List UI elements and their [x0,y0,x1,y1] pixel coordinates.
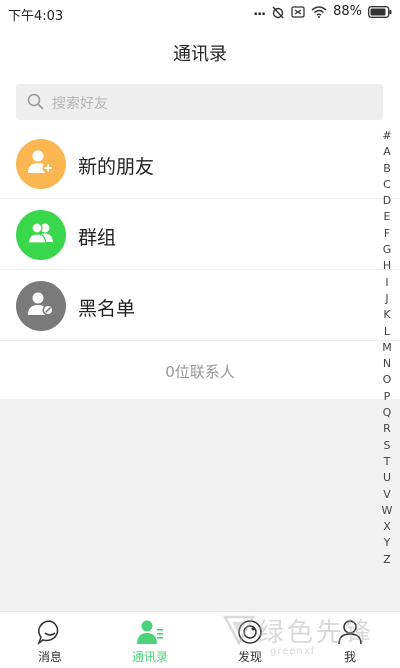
list-item-new-friends[interactable]: 新的朋友 [0,128,400,199]
index-letter[interactable]: V [376,487,398,503]
search-input[interactable]: 搜索好友 [16,84,383,120]
sim-icon [291,5,305,18]
wifi-icon [311,5,327,18]
index-letter[interactable]: J [376,291,398,307]
tab-me[interactable]: 我 [300,612,400,668]
search-placeholder: 搜索好友 [52,96,108,112]
alarm-off-icon [271,5,285,19]
index-letter[interactable]: T [376,454,398,470]
list-item-groups[interactable]: 群组 [0,199,400,270]
index-letter[interactable]: R [376,421,398,437]
index-letter[interactable]: L [376,324,398,340]
tab-messages[interactable]: 消息 [0,612,100,668]
contact-count-row: 0位联系人 [0,341,400,399]
tab-label: 我 [343,650,356,664]
new-friends-avatar [16,139,66,189]
index-letter[interactable]: O [376,372,398,388]
page-title: 通讯录 [173,44,227,65]
contact-count: 0位联系人 [165,363,235,381]
list-item-label: 黑名单 [78,298,136,320]
index-letter[interactable]: W [376,503,398,519]
index-letter[interactable]: S [376,438,398,454]
index-letter[interactable]: Z [376,552,398,568]
chat-bubble-icon [36,618,64,650]
index-letter[interactable]: U [376,470,398,486]
status-bar: 下午4:03 ... 88% [0,0,400,26]
index-letter[interactable]: I [376,275,398,291]
tab-label: 通讯录 [131,650,168,664]
index-letter[interactable]: P [376,389,398,405]
index-letter[interactable]: Q [376,405,398,421]
contacts-icon [136,618,164,650]
group-icon [27,221,55,249]
bottom-tab-bar: 消息 通讯录 发现 我 [0,611,400,668]
index-letter[interactable]: N [376,356,398,372]
discover-icon [236,618,264,650]
index-letter[interactable]: E [376,209,398,225]
status-time: 下午4:03 [8,9,64,24]
tab-contacts[interactable]: 通讯录 [100,612,200,668]
index-letter[interactable]: D [376,193,398,209]
battery-icon [368,5,392,18]
search-section: 搜索好友 [0,76,400,128]
battery-level: 88% [333,4,362,19]
index-letter[interactable]: X [376,519,398,535]
index-letter[interactable]: A [376,144,398,160]
index-letter[interactable]: M [376,340,398,356]
groups-avatar [16,210,66,260]
blocked-user-icon [27,291,55,321]
index-letter[interactable]: C [376,177,398,193]
index-letter[interactable]: H [376,258,398,274]
index-letter[interactable]: F [376,226,398,242]
tab-discover[interactable]: 发现 [200,612,300,668]
index-letter[interactable]: # [376,128,398,144]
list-item-label: 群组 [78,227,117,249]
index-letter[interactable]: Y [376,535,398,551]
more-dots-icon: ... [253,4,266,19]
index-letter[interactable]: K [376,307,398,323]
profile-icon [336,618,364,650]
list-item-label: 新的朋友 [78,156,155,178]
add-user-icon [27,149,55,179]
status-icons: ... 88% [253,4,392,19]
search-icon [27,93,44,114]
header: 通讯录 [0,26,400,76]
tab-label: 消息 [37,650,62,664]
list-item-blacklist[interactable]: 黑名单 [0,270,400,341]
contact-menu-list: 新的朋友 群组 黑名单 0位联系人 [0,128,400,399]
tab-label: 发现 [237,650,262,664]
alphabet-index[interactable]: # A B C D E F G H I J K L M N O P Q R S T U V W X Y Z [376,128,398,568]
blacklist-avatar [16,281,66,331]
index-letter[interactable]: G [376,242,398,258]
index-letter[interactable]: B [376,161,398,177]
